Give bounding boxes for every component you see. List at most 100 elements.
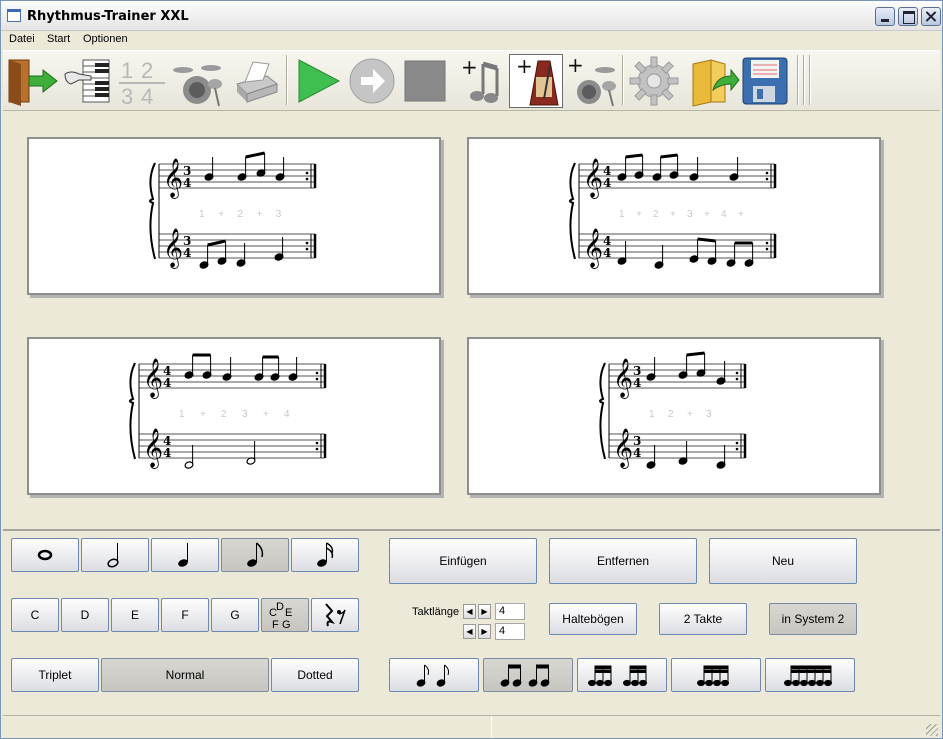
repeat-dot xyxy=(305,247,309,251)
menu-optionen[interactable]: Optionen xyxy=(83,33,128,45)
repeat-dot xyxy=(315,447,319,451)
rhythm-card[interactable]: 𝄞 3 4 𝄞 3 4 1 +2 +3 xyxy=(27,137,441,295)
save-disk-icon[interactable] xyxy=(739,54,793,108)
time-signature-denominator: 4 xyxy=(603,176,611,190)
count-label: 2 xyxy=(653,209,659,220)
note-beam xyxy=(245,151,265,159)
denominator-field[interactable]: 4 xyxy=(495,623,525,640)
two-sixteenth-groups-icon xyxy=(588,665,647,687)
dotted-button[interactable]: Dotted xyxy=(271,658,359,692)
new-button[interactable]: Neu xyxy=(709,538,857,584)
toolbar-separator xyxy=(286,55,288,105)
add-note-icon[interactable]: + xyxy=(457,54,511,108)
add-drums-icon[interactable]: + xyxy=(565,53,619,108)
open-folder-icon[interactable] xyxy=(687,54,741,108)
count-label: 2 xyxy=(668,409,674,420)
resize-grip[interactable] xyxy=(926,724,938,736)
menu-bar: Datei Start Optionen xyxy=(1,31,942,49)
close-button[interactable] xyxy=(921,7,941,26)
grouping-beamed-pairs-button[interactable] xyxy=(483,658,573,692)
ties-button[interactable]: Haltebögen xyxy=(549,603,637,635)
count-label: + xyxy=(687,409,693,420)
time-signature-denominator: 4 xyxy=(163,376,171,390)
eighth-note-icon xyxy=(247,542,264,567)
numerator-decrease-button[interactable]: ◀ xyxy=(463,604,476,619)
repeat-dot xyxy=(315,441,319,445)
grouping-sixteenths-button[interactable] xyxy=(577,658,667,692)
time-signature-denominator: 4 xyxy=(183,246,191,260)
triplet-button[interactable]: Triplet xyxy=(11,658,99,692)
sixteenth-note-button[interactable] xyxy=(291,538,359,572)
two-bars-button[interactable]: 2 Takte xyxy=(659,603,747,635)
pitch-f-button[interactable]: F xyxy=(161,598,209,632)
count-label: + xyxy=(670,209,676,220)
denominator-decrease-button[interactable]: ◀ xyxy=(463,624,476,639)
pitch-d-button[interactable]: D xyxy=(61,598,109,632)
count-label: + xyxy=(263,409,269,420)
grouping-two-eighths-button[interactable] xyxy=(389,658,479,692)
count-label: 1 xyxy=(179,409,185,420)
denominator-increase-button[interactable]: ▶ xyxy=(478,624,491,639)
four-beamed-icon xyxy=(697,665,729,687)
status-pane xyxy=(491,716,911,738)
svg-text:E: E xyxy=(285,607,292,619)
numerator-increase-button[interactable]: ▶ xyxy=(478,604,491,619)
repeat-dot xyxy=(735,371,739,375)
status-bar xyxy=(3,715,940,738)
rhythm-card[interactable]: 𝄞 3 4 𝄞 3 4 1 2 +3 xyxy=(467,337,881,495)
grouping-six-button[interactable] xyxy=(765,658,855,692)
pitch-g-button[interactable]: G xyxy=(211,598,259,632)
repeat-dot xyxy=(735,441,739,445)
pitch-e-button[interactable]: E xyxy=(111,598,159,632)
pitch-c-button[interactable]: C xyxy=(11,598,59,632)
notation-svg: 𝄞 44𝄞 441 +2 3 +4 xyxy=(129,353,327,469)
exit-door-icon[interactable] xyxy=(5,54,59,108)
count-label: + xyxy=(738,209,744,220)
six-beamed-icon xyxy=(784,665,832,687)
metronome-icon[interactable]: + xyxy=(509,54,563,108)
repeat-dot xyxy=(315,377,319,381)
repeat-dot xyxy=(305,241,309,245)
eighth-note-button[interactable] xyxy=(221,538,289,572)
count-label: 2 xyxy=(237,209,243,220)
time-signature-icon[interactable]: 1 2 3 4 xyxy=(115,54,169,109)
note-beam xyxy=(625,153,643,159)
settings-gear-icon[interactable] xyxy=(627,54,681,108)
stop-icon[interactable] xyxy=(399,54,453,108)
minimize-button[interactable] xyxy=(875,7,895,26)
menu-datei[interactable]: Datei xyxy=(9,33,35,45)
repeat-dot xyxy=(315,371,319,375)
treble-clef: 𝄞 xyxy=(143,358,163,399)
drum-kit-icon[interactable] xyxy=(171,54,225,108)
rest-icon xyxy=(325,603,346,627)
note-beam xyxy=(660,153,678,159)
half-note-button[interactable] xyxy=(81,538,149,572)
repeat-dot xyxy=(305,177,309,181)
note-beam xyxy=(207,239,226,247)
svg-text:D: D xyxy=(276,601,284,613)
svg-text:+: + xyxy=(516,55,533,78)
count-label: 1 xyxy=(619,209,625,220)
random-pitch-button[interactable]: D C E F G xyxy=(261,598,309,632)
printer-icon[interactable] xyxy=(227,54,281,108)
rest-button[interactable] xyxy=(311,598,359,632)
forward-arrow-icon[interactable] xyxy=(345,54,399,108)
rhythm-card[interactable]: 𝄞 4 4 𝄞 4 4 1 +2 +3 +4 + xyxy=(467,137,881,295)
menu-start[interactable]: Start xyxy=(47,33,70,45)
play-icon[interactable] xyxy=(291,54,345,108)
numerator-field[interactable]: 4 xyxy=(495,603,525,620)
normal-button[interactable]: Normal xyxy=(101,658,269,692)
maximize-button[interactable] xyxy=(898,7,918,26)
system-brace xyxy=(569,162,576,260)
whole-note-button[interactable] xyxy=(11,538,79,572)
system-brace xyxy=(149,162,156,260)
in-system-2-button[interactable]: in System 2 xyxy=(769,603,857,635)
rhythm-card[interactable]: 𝄞 4 4 𝄞 4 4 1 +2 3 +4 xyxy=(27,337,441,495)
quarter-note-button[interactable] xyxy=(151,538,219,572)
insert-button[interactable]: Einfügen xyxy=(389,538,537,584)
count-label: + xyxy=(218,209,224,220)
grouping-four-button[interactable] xyxy=(671,658,761,692)
keyboard-hand-icon[interactable] xyxy=(61,54,115,108)
repeat-dot xyxy=(735,377,739,381)
remove-button[interactable]: Entfernen xyxy=(549,538,697,584)
